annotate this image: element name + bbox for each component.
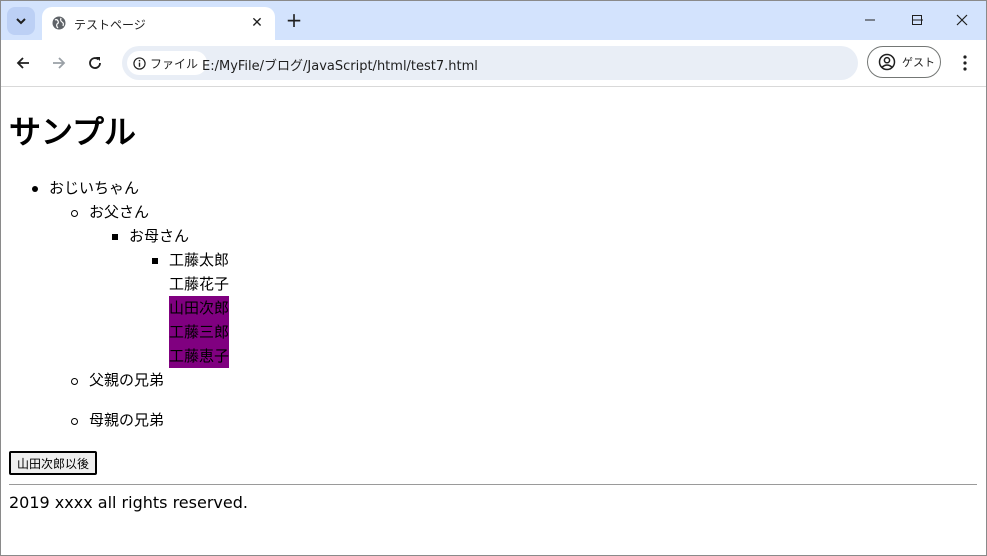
browser-toolbar: ファイル E:/MyFile/ブログ/JavaScript/html/test7… <box>1 40 986 87</box>
browser-menu-button[interactable] <box>953 51 977 75</box>
list-item-father-siblings: 父親の兄弟 <box>89 371 165 389</box>
list-bullet <box>112 234 118 240</box>
list-bullet <box>71 418 78 425</box>
arrow-left-icon <box>16 57 29 69</box>
maximize-window-button[interactable] <box>905 9 929 31</box>
tab-active[interactable]: テストページ ✕ <box>42 7 275 41</box>
child-item-highlighted: 山田次郎 <box>169 296 230 320</box>
address-bar[interactable]: ファイル E:/MyFile/ブログ/JavaScript/html/test7… <box>122 46 858 80</box>
tab-strip: テストページ ✕ + <box>1 1 986 41</box>
child-item: 工藤花子 <box>169 275 230 293</box>
page-heading: サンプル <box>9 113 137 151</box>
list-item-father: お父さん <box>89 203 150 221</box>
child-item-highlighted: 工藤三郎 <box>169 320 230 344</box>
child-item-highlighted: 工藤恵子 <box>169 344 230 368</box>
back-button[interactable] <box>11 51 35 75</box>
highlight-after-button[interactable]: 山田次郎以後 <box>9 451 98 475</box>
minimize-window-button[interactable] <box>858 9 882 31</box>
globe-icon <box>52 16 66 30</box>
list-item-grandpa: おじいちゃん <box>49 179 140 197</box>
tab-search-button[interactable] <box>7 7 35 35</box>
new-tab-button[interactable]: + <box>283 10 305 32</box>
forward-button[interactable] <box>47 51 71 75</box>
list-item-mother-siblings: 母親の兄弟 <box>89 411 165 429</box>
profile-button[interactable]: ゲスト <box>867 46 941 78</box>
reload-icon <box>89 57 101 69</box>
more-vert-icon <box>963 55 967 71</box>
reload-button[interactable] <box>83 51 107 75</box>
chevron-down-icon <box>16 18 26 25</box>
arrow-right-icon <box>53 57 66 69</box>
maximize-icon <box>912 15 922 25</box>
list-bullet <box>32 186 38 192</box>
info-icon <box>133 56 146 70</box>
account-circle-icon <box>878 53 896 71</box>
footer-text: 2019 xxxx all rights reserved. <box>9 493 248 512</box>
list-bullet <box>71 378 78 385</box>
close-tab-icon[interactable]: ✕ <box>247 13 267 33</box>
page-content: サンプル おじいちゃん お父さん お母さん 工藤太郎 工藤花子 山田次郎 工藤三… <box>1 87 986 554</box>
list-bullet <box>71 210 78 217</box>
site-info-label: ファイル <box>150 56 199 71</box>
profile-label: ゲスト <box>902 56 935 69</box>
list-bullet <box>152 258 158 264</box>
divider <box>9 484 977 485</box>
tab-title: テストページ <box>74 18 146 32</box>
close-window-button[interactable] <box>950 9 974 31</box>
minimize-icon <box>865 19 875 21</box>
list-item-mother: お母さん <box>129 227 190 245</box>
url-text[interactable]: E:/MyFile/ブログ/JavaScript/html/test7.html <box>202 55 478 74</box>
child-item: 工藤太郎 <box>169 251 230 269</box>
site-info-chip[interactable]: ファイル <box>127 51 208 75</box>
close-icon <box>956 14 968 26</box>
